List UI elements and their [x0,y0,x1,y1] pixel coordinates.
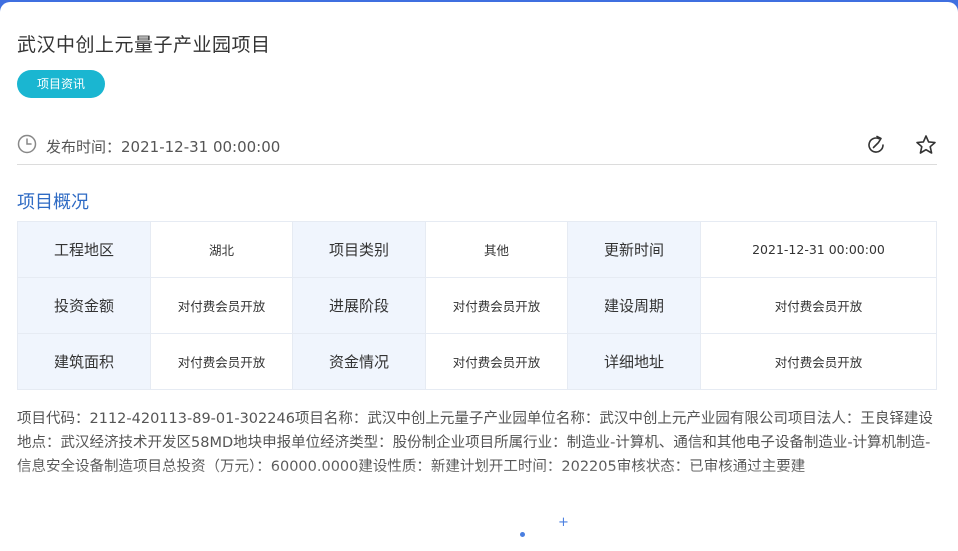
field-value: 其他 [425,221,568,278]
field-label: 详细地址 [567,333,701,390]
field-label: 项目类别 [292,221,426,278]
share-icon[interactable] [865,134,887,156]
plus-icon: + [558,515,569,530]
table-row: 工程地区 湖北 项目类别 其他 更新时间 2021-12-31 00:00:00 [17,221,937,278]
field-label: 建设周期 [567,277,701,334]
field-value: 对付费会员开放 [425,277,568,334]
project-news-tag[interactable]: 项目资讯 [17,70,105,98]
publish-meta-row: 发布时间：2021-12-31 00:00:00 [17,132,937,165]
publish-time: 发布时间：2021-12-31 00:00:00 [46,136,280,157]
overview-section-title: 项目概况 [17,192,89,213]
field-value: 对付费会员开放 [425,333,568,390]
page-title: 武汉中创上元量子产业园项目 [17,34,271,56]
field-label: 建筑面积 [17,333,151,390]
field-label: 更新时间 [567,221,701,278]
publish-time-value: 2021-12-31 00:00:00 [121,138,281,156]
field-label: 工程地区 [17,221,151,278]
field-label: 进展阶段 [292,277,426,334]
field-value: 2021-12-31 00:00:00 [700,221,937,278]
project-detail-card: 武汉中创上元量子产业园项目 项目资讯 发布时间：2021-12-31 00:00… [0,2,958,551]
field-value: 对付费会员开放 [700,277,937,334]
publish-time-label: 发布时间： [46,138,122,156]
clock-icon [17,134,37,154]
star-icon[interactable] [915,134,937,156]
field-value: 湖北 [150,221,293,278]
field-value: 对付费会员开放 [700,333,937,390]
field-label: 资金情况 [292,333,426,390]
read-more-fade [0,464,958,551]
table-row: 投资金额 对付费会员开放 进展阶段 对付费会员开放 建设周期 对付费会员开放 [17,277,937,334]
field-value: 对付费会员开放 [150,277,293,334]
field-label: 投资金额 [17,277,151,334]
overview-table: 工程地区 湖北 项目类别 其他 更新时间 2021-12-31 00:00:00… [17,221,937,390]
loading-dot-icon [520,532,525,537]
table-row: 建筑面积 对付费会员开放 资金情况 对付费会员开放 详细地址 对付费会员开放 [17,333,937,390]
field-value: 对付费会员开放 [150,333,293,390]
